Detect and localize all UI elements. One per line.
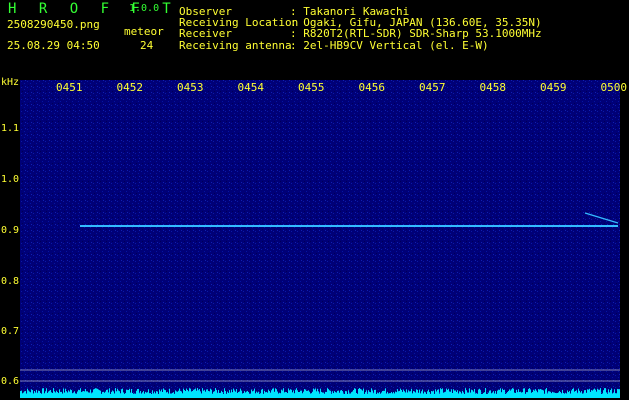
file-datetime: 25.08.29 04:50 [7,39,100,52]
meteor-label: meteor [124,25,164,38]
y-axis-unit: kHz [1,77,20,88]
y-tick-label: 1.1 [1,123,20,134]
info-value-antenna: : 2el-HB9CV Vertical (el. E-W) [290,39,489,52]
x-tick-label: 0452 [116,81,144,94]
x-tick-label: 0455 [298,81,325,94]
x-tick-label: 0456 [358,81,386,94]
file-name: 2508290450.png [7,18,100,31]
x-tick-label: 0458 [479,81,507,94]
baseline-signal [20,388,620,398]
info-label-antenna: Receiving antenna [179,39,292,52]
app-version: 1.0.0 [129,3,160,14]
spectrum-background [20,80,620,398]
x-tick-label: 0459 [540,81,567,94]
info-label-receiver: Receiver [179,27,232,40]
info-value-receiver: : R820T2(RTL-SDR) SDR-Sharp 53.1000MHz [290,27,542,40]
x-tick-label: 0451 [56,81,83,94]
y-tick-label: 0.9 [1,225,20,236]
y-tick-label: 0.7 [1,326,20,337]
x-tick-label: 0500 [600,81,628,94]
meteor-count: 24 [140,39,154,52]
x-tick-label: 0454 [237,81,265,94]
x-tick-label: 0453 [177,81,204,94]
y-tick-label: 1.0 [1,174,20,185]
spectrogram [20,80,620,398]
x-tick-label: 0457 [419,81,446,94]
y-tick-label: 0.6 [1,376,20,387]
y-tick-label: 0.8 [1,276,20,287]
